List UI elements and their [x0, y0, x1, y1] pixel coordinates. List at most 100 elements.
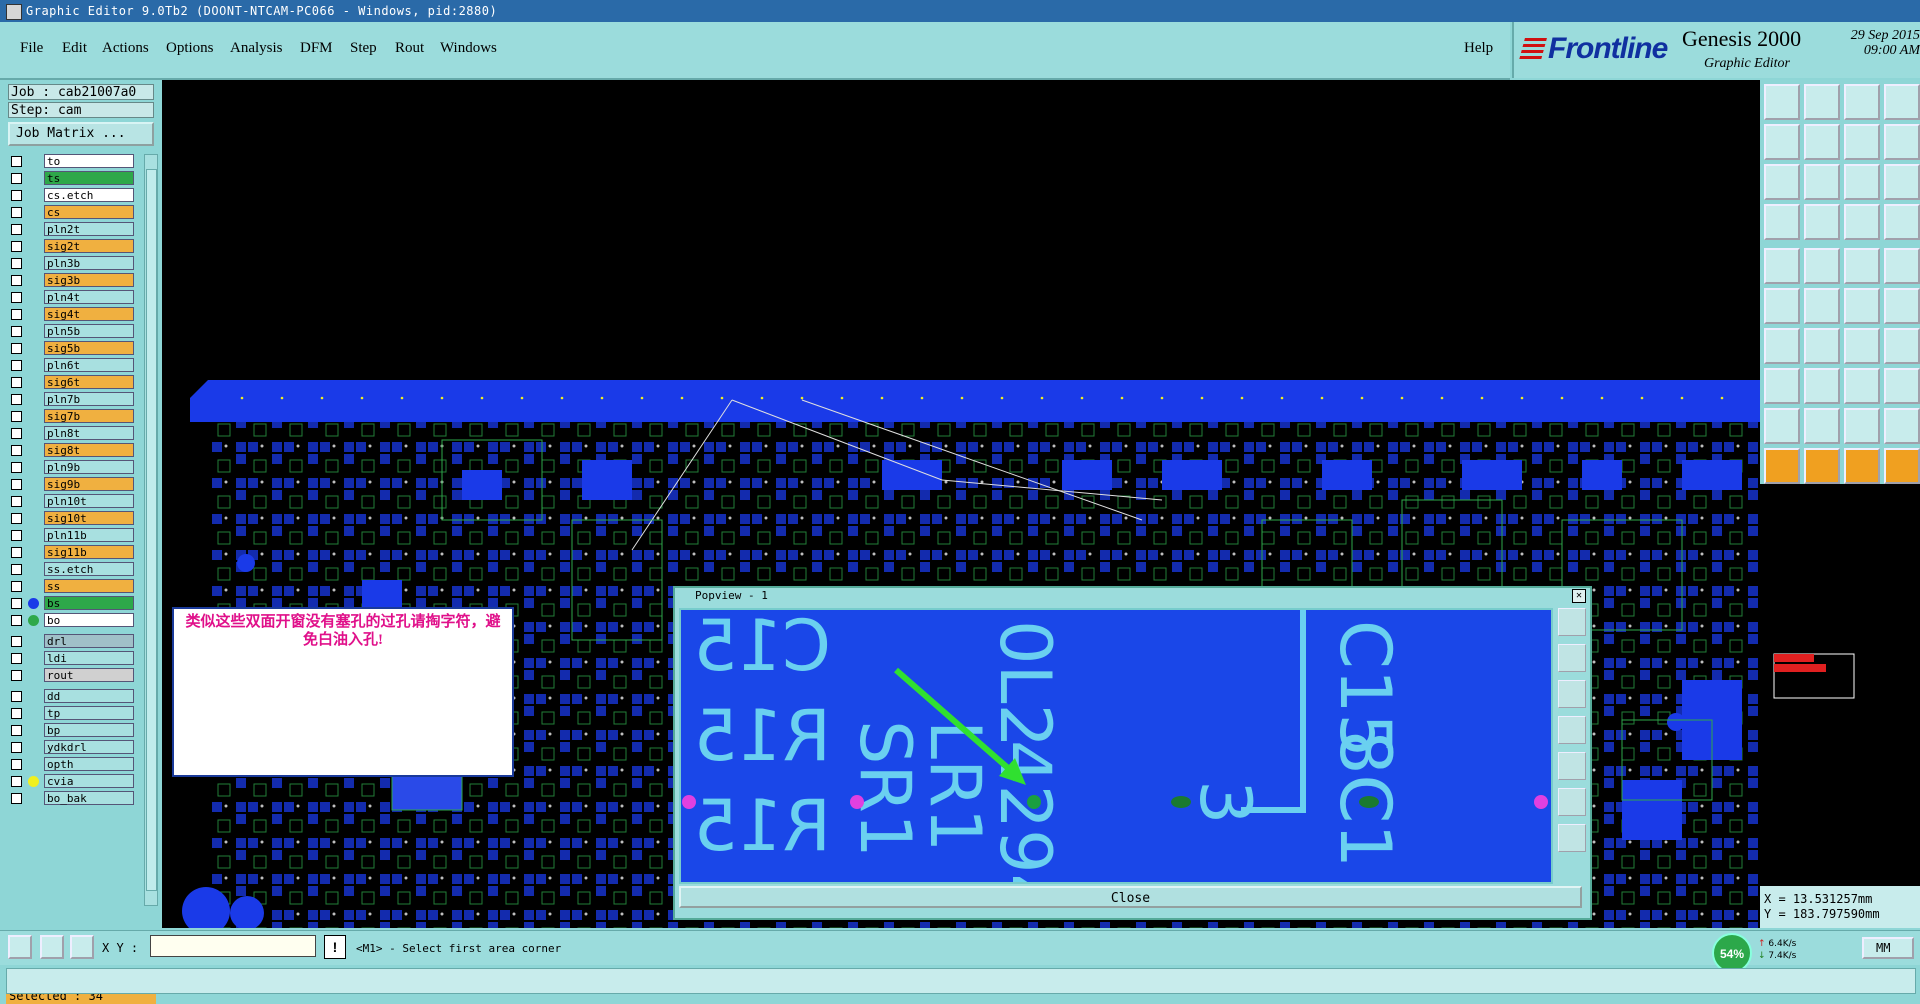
layer-checkbox[interactable] — [11, 360, 22, 371]
layer-name[interactable]: sig4t — [44, 307, 134, 321]
layer-row[interactable]: pln7b — [8, 392, 134, 407]
cursor-select-icon[interactable] — [1804, 448, 1840, 484]
layer-checkbox[interactable] — [11, 309, 22, 320]
layer-name[interactable]: sig6t — [44, 375, 134, 389]
layer-name[interactable]: sig10t — [44, 511, 134, 525]
line-icon[interactable] — [1844, 248, 1880, 284]
layer-checkbox[interactable] — [11, 513, 22, 524]
layer-checkbox[interactable] — [11, 411, 22, 422]
menu-edit[interactable]: Edit — [62, 40, 87, 57]
layer-row[interactable]: pln6t — [8, 358, 134, 373]
layer-name[interactable]: cs — [44, 205, 134, 219]
layer-checkbox[interactable] — [11, 241, 22, 252]
layer-name[interactable]: pln10t — [44, 494, 134, 508]
snap-icon[interactable] — [1844, 204, 1880, 240]
layer-row[interactable]: sig6t — [8, 375, 134, 390]
layer-name[interactable]: bo — [44, 613, 134, 627]
layer-checkbox[interactable] — [11, 759, 22, 770]
layer-row[interactable]: pln2t — [8, 222, 134, 237]
layer-checkbox[interactable] — [11, 564, 22, 575]
hand-icon[interactable] — [1764, 204, 1800, 240]
layer-name[interactable]: pln3b — [44, 256, 134, 270]
popview-close-button[interactable]: Close — [679, 886, 1582, 908]
layer-name[interactable]: sig2t — [44, 239, 134, 253]
job-matrix-button[interactable]: Job Matrix ... — [8, 122, 154, 146]
layer-name[interactable]: opth — [44, 757, 134, 771]
layer-name[interactable]: to — [44, 154, 134, 168]
layer-name[interactable]: cvia — [44, 774, 134, 788]
layer-name[interactable]: ldi — [44, 651, 134, 665]
layer-name[interactable]: bo_bak — [44, 791, 134, 805]
layer-name[interactable]: pln8t — [44, 426, 134, 440]
layer-checkbox[interactable] — [11, 615, 22, 626]
layer-name[interactable]: bs — [44, 596, 134, 610]
popview-zoom-out-button[interactable] — [1558, 680, 1586, 708]
layer-row[interactable]: bo — [8, 613, 134, 628]
alert-icon[interactable]: ! — [324, 935, 346, 959]
layer-row[interactable]: opth — [8, 757, 134, 772]
layer-row[interactable]: rout — [8, 668, 134, 683]
fit-icon[interactable] — [1884, 124, 1920, 160]
layer-checkbox[interactable] — [11, 793, 22, 804]
layer-row[interactable]: pln8t — [8, 426, 134, 441]
layer-row[interactable]: sig7b — [8, 409, 134, 424]
menu-step[interactable]: Step — [350, 40, 377, 57]
menu-analysis[interactable]: Analysis — [230, 40, 283, 57]
zoom-back-icon[interactable] — [1764, 124, 1800, 160]
layer-name[interactable]: pln6t — [44, 358, 134, 372]
layer-row[interactable]: ts — [8, 171, 134, 186]
layer-name[interactable]: pln2t — [44, 222, 134, 236]
grid-tool-icon[interactable] — [70, 935, 94, 959]
layer-name[interactable]: ss.etch — [44, 562, 134, 576]
layer-checkbox[interactable] — [11, 670, 22, 681]
layer-name[interactable]: ts — [44, 171, 134, 185]
layer-checkbox[interactable] — [11, 530, 22, 541]
layer-name[interactable]: cs.etch — [44, 188, 134, 202]
layer-checkbox[interactable] — [11, 207, 22, 218]
layer-name[interactable]: pln9b — [44, 460, 134, 474]
layer-name[interactable]: pln11b — [44, 528, 134, 542]
move-icon[interactable] — [1764, 288, 1800, 324]
layer-checkbox[interactable] — [11, 156, 22, 167]
menu-actions[interactable]: Actions — [102, 40, 149, 57]
layer-checkbox[interactable] — [11, 742, 22, 753]
popview-zoom-home-button[interactable] — [1558, 608, 1586, 636]
popview-pan-left-button[interactable] — [1558, 716, 1586, 744]
layer-row[interactable]: bp — [8, 723, 134, 738]
layer-row[interactable]: to — [8, 154, 134, 169]
layer-checkbox[interactable] — [11, 275, 22, 286]
menu-windows[interactable]: Windows — [440, 40, 497, 57]
layer-row[interactable]: drl — [8, 634, 134, 649]
rotate-icon[interactable] — [1844, 328, 1880, 364]
popview-canvas[interactable]: C15 R15 R15 SR1 LR1 0L2 4294 3 C15 8C1 — [679, 608, 1553, 884]
layer-row[interactable]: ss — [8, 579, 134, 594]
layer-checkbox[interactable] — [11, 377, 22, 388]
menu-file[interactable]: File — [20, 40, 43, 57]
delete-icon[interactable] — [1804, 288, 1840, 324]
layer-name[interactable]: rout — [44, 668, 134, 682]
zoom-window-icon[interactable] — [1804, 164, 1840, 200]
layer-row[interactable]: sig3b — [8, 273, 134, 288]
window-icon[interactable] — [1884, 84, 1920, 120]
zoom-all-icon[interactable] — [1764, 164, 1800, 200]
resize-icon[interactable] — [1764, 368, 1800, 404]
popview-pan-right-button[interactable] — [1558, 752, 1586, 780]
redraw-icon[interactable] — [1844, 124, 1880, 160]
home-icon[interactable] — [1844, 84, 1880, 120]
layer-row[interactable]: sig4t — [8, 307, 134, 322]
layer-checkbox[interactable] — [11, 653, 22, 664]
cursor-icon[interactable] — [1764, 448, 1800, 484]
layer-checkbox[interactable] — [11, 258, 22, 269]
layer-checkbox[interactable] — [11, 445, 22, 456]
layer-row[interactable]: sig5b — [8, 341, 134, 356]
one-to-two-icon[interactable] — [1844, 164, 1880, 200]
layer-name[interactable]: ydkdrl — [44, 740, 134, 754]
menu-help[interactable]: Help — [1464, 40, 1493, 57]
layer-checkbox[interactable] — [11, 776, 22, 787]
save-icon[interactable] — [1804, 84, 1840, 120]
layer-name[interactable]: drl — [44, 634, 134, 648]
layer-checkbox[interactable] — [11, 173, 22, 184]
xy-input[interactable] — [150, 935, 316, 957]
grid-icon[interactable] — [1804, 204, 1840, 240]
layer-row[interactable]: pln3b — [8, 256, 134, 271]
